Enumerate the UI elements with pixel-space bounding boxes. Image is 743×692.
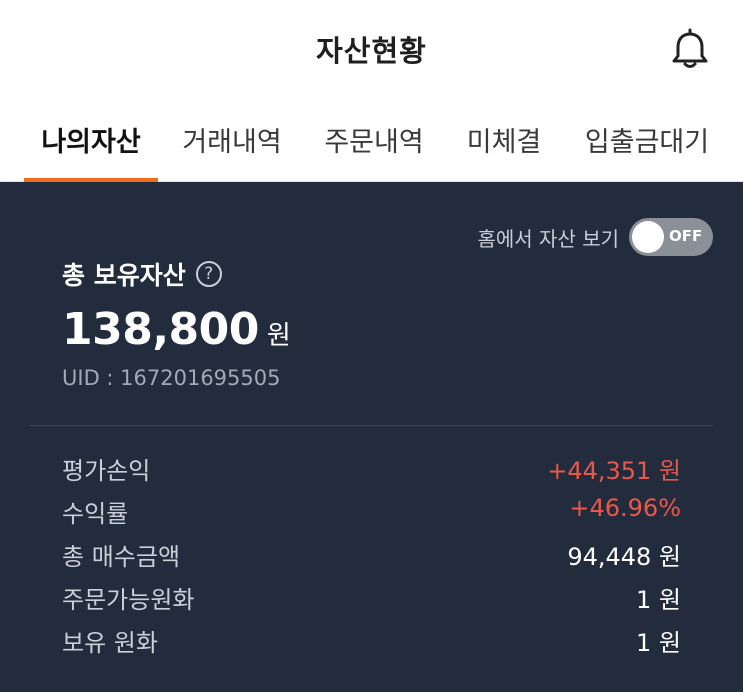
stat-row-held-krw: 보유 원화 1 원 bbox=[62, 619, 681, 662]
tab-deposit-withdrawal-pending[interactable]: 입출금대기 bbox=[572, 120, 722, 182]
home-view-toggle-row: 홈에서 자산 보기 OFF bbox=[477, 218, 713, 256]
asset-summary-panel: 홈에서 자산 보기 OFF 총 보유자산 ? 138,800 원 UID : 1… bbox=[0, 182, 743, 692]
stat-value: 1 원 bbox=[636, 629, 681, 657]
help-icon[interactable]: ? bbox=[195, 261, 222, 287]
tab-label: 나의자산 bbox=[41, 127, 141, 158]
page-title: 자산현황 bbox=[316, 34, 427, 68]
tab-orders[interactable]: 주문내역 bbox=[312, 120, 436, 182]
tab-my-assets[interactable]: 나의자산 bbox=[24, 120, 158, 182]
stat-row-total-purchase: 총 매수금액 94,448 원 bbox=[62, 533, 681, 576]
home-view-toggle-label: 홈에서 자산 보기 bbox=[477, 226, 619, 251]
tab-bar: 나의자산 거래내역 주문내역 미체결 입출금대기 bbox=[0, 100, 743, 182]
stat-value: +46.96% bbox=[569, 494, 681, 522]
stat-label: 주문가능원화 bbox=[62, 586, 195, 614]
home-view-toggle[interactable]: OFF bbox=[629, 218, 713, 256]
stat-value: +44,351 원 bbox=[547, 457, 681, 485]
tab-label: 거래내역 bbox=[182, 127, 282, 158]
stat-row-return-rate: 수익률 +46.96% bbox=[62, 490, 681, 533]
tab-label: 입출금대기 bbox=[584, 127, 710, 158]
app-header: 자산현황 bbox=[0, 0, 743, 100]
total-assets-unit: 원 bbox=[266, 321, 291, 351]
stat-row-valuation-pnl: 평가손익 +44,351 원 bbox=[62, 447, 681, 490]
stat-row-orderable-krw: 주문가능원화 1 원 bbox=[62, 576, 681, 619]
bell-icon[interactable] bbox=[668, 28, 712, 72]
toggle-state-text: OFF bbox=[669, 227, 703, 245]
stat-label: 평가손익 bbox=[62, 457, 151, 485]
total-assets-label: 총 보유자산 bbox=[62, 261, 186, 290]
tab-transactions[interactable]: 거래내역 bbox=[170, 120, 294, 182]
stat-value: 94,448 원 bbox=[567, 543, 681, 571]
tab-label: 미체결 bbox=[466, 127, 542, 158]
divider bbox=[30, 425, 713, 426]
tab-unfilled[interactable]: 미체결 bbox=[454, 120, 554, 182]
stat-label: 보유 원화 bbox=[62, 629, 158, 657]
tab-label: 주문내역 bbox=[324, 127, 424, 158]
stat-label: 총 매수금액 bbox=[62, 543, 181, 571]
total-assets-label-row: 총 보유자산 ? bbox=[62, 256, 222, 292]
stat-label: 수익률 bbox=[62, 500, 129, 528]
total-assets-value: 138,800 bbox=[62, 304, 259, 355]
stat-value: 1 원 bbox=[636, 586, 681, 614]
asset-stats-list: 평가손익 +44,351 원 수익률 +46.96% 총 매수금액 94,448… bbox=[62, 447, 681, 662]
total-assets-value-row: 138,800 원 bbox=[62, 304, 291, 355]
toggle-knob bbox=[632, 221, 664, 253]
user-uid: UID : 167201695505 bbox=[62, 366, 281, 390]
